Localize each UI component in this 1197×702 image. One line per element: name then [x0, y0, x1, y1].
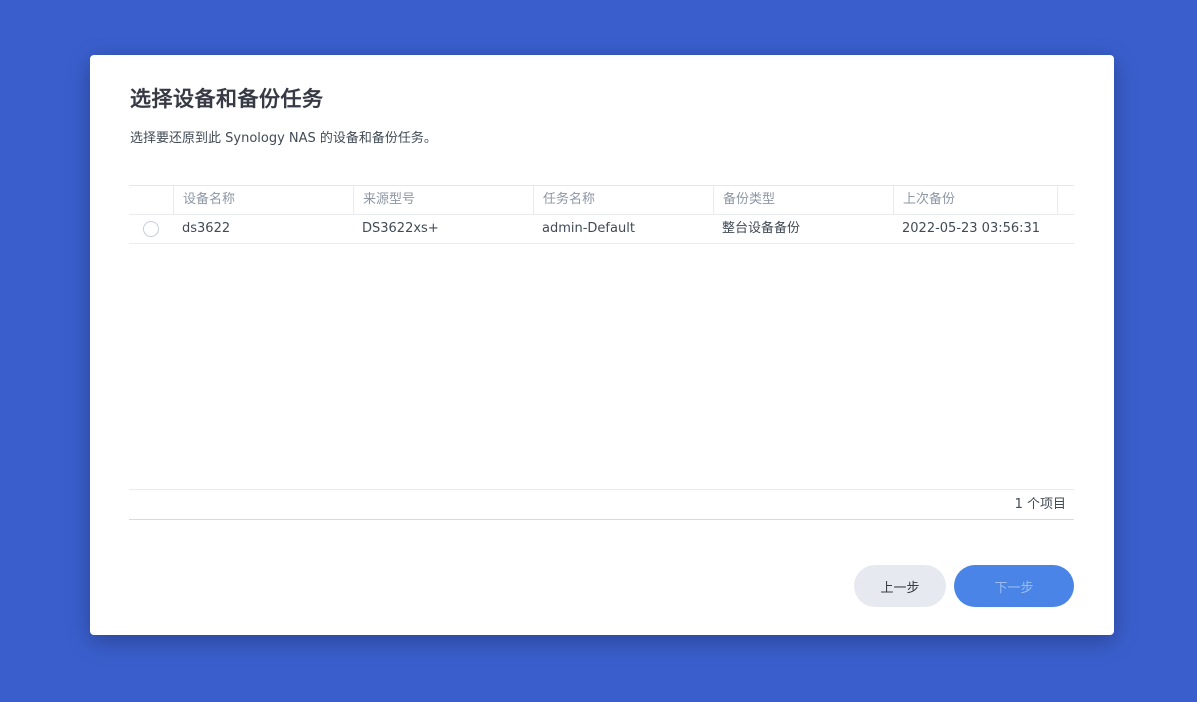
cell-task-name: admin-Default: [542, 221, 635, 236]
dialog-subtitle: 选择要还原到此 Synology NAS 的设备和备份任务。: [130, 131, 437, 146]
cell-device-name: ds3622: [182, 221, 231, 236]
column-header-task-name[interactable]: 任务名称: [533, 186, 713, 214]
backup-task-table: 设备名称 来源型号 任务名称 备份类型 上次备份 ds3622 DS3622xs…: [129, 185, 1074, 520]
column-header-last-backup[interactable]: 上次备份: [893, 186, 1057, 214]
cell-backup-type: 整台设备备份: [722, 221, 801, 236]
table-header: 设备名称 来源型号 任务名称 备份类型 上次备份: [129, 186, 1074, 215]
table-row[interactable]: ds3622 DS3622xs+ admin-Default 整台设备备份 20…: [129, 215, 1074, 244]
column-header-spacer: [1057, 186, 1074, 214]
restore-dialog: 选择设备和备份任务 选择要还原到此 Synology NAS 的设备和备份任务。…: [90, 55, 1114, 635]
column-header-select: [129, 186, 173, 214]
previous-button[interactable]: 上一步: [854, 565, 946, 607]
row-select-radio[interactable]: [143, 221, 159, 237]
next-button[interactable]: 下一步: [954, 565, 1074, 607]
cell-source-model: DS3622xs+: [362, 221, 439, 236]
item-count: 1 个项目: [1014, 497, 1066, 512]
dialog-title: 选择设备和备份任务: [130, 87, 324, 111]
column-header-backup-type[interactable]: 备份类型: [713, 186, 893, 214]
column-header-device-name[interactable]: 设备名称: [173, 186, 353, 214]
column-header-source-model[interactable]: 来源型号: [353, 186, 533, 214]
cell-last-backup: 2022-05-23 03:56:31: [902, 221, 1041, 236]
table-footer: 1 个项目: [129, 489, 1074, 519]
